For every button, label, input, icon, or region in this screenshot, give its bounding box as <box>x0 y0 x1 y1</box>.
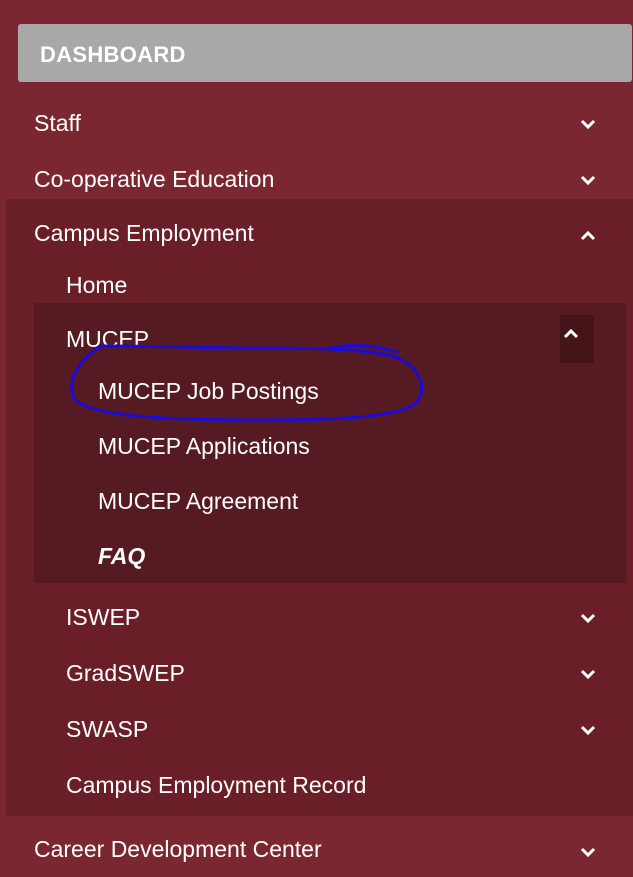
dashboard-header[interactable]: DASHBOARD <box>18 24 632 82</box>
menu-item-swasp-label: SWASP <box>66 716 149 742</box>
chevron-down-icon[interactable] <box>580 724 608 748</box>
chevron-down-icon[interactable] <box>580 668 608 692</box>
menu-item-iswep[interactable]: ISWEP <box>6 588 633 644</box>
menu-item-staff-label: Staff <box>34 110 81 136</box>
menu-item-mucep[interactable]: MUCEP <box>6 310 633 366</box>
menu-item-faq-label: FAQ <box>98 543 146 569</box>
menu-item-mucep-applications[interactable]: MUCEP Applications <box>6 417 633 473</box>
dashboard-label: DASHBOARD <box>40 42 186 67</box>
menu-item-campus-employment-record[interactable]: Campus Employment Record <box>6 756 633 812</box>
menu-item-iswep-label: ISWEP <box>66 604 141 630</box>
menu-item-campus-label: Campus Employment <box>34 220 254 246</box>
menu-item-career-development-center[interactable]: Career Development Center <box>6 816 633 877</box>
menu-item-job-postings-label: MUCEP Job Postings <box>98 378 319 404</box>
menu-item-applications-label: MUCEP Applications <box>98 433 310 459</box>
menu-item-swasp[interactable]: SWASP <box>6 700 633 756</box>
menu-item-mucep-label: MUCEP <box>66 326 150 352</box>
menu-item-coop-label: Co-operative Education <box>34 166 275 192</box>
menu-item-faq[interactable]: FAQ <box>6 527 633 583</box>
chevron-down-icon[interactable] <box>580 118 608 142</box>
chevron-up-icon[interactable] <box>580 230 608 254</box>
chevron-down-icon[interactable] <box>580 846 608 870</box>
chevron-up-icon <box>563 328 591 352</box>
menu-item-agreement-label: MUCEP Agreement <box>98 488 299 514</box>
menu-item-campus-employment[interactable]: Campus Employment <box>6 204 633 260</box>
menu-item-gradswep[interactable]: GradSWEP <box>6 644 633 700</box>
mucep-toggle-button[interactable] <box>560 315 594 363</box>
menu-item-gradswep-label: GradSWEP <box>66 660 185 686</box>
menu-item-home-label: Home <box>66 272 128 298</box>
sidebar-nav: DASHBOARD Staff Co-operative Education C… <box>6 6 633 877</box>
menu-item-co-operative-education[interactable]: Co-operative Education <box>6 150 633 206</box>
menu-item-record-label: Campus Employment Record <box>66 772 367 798</box>
chevron-down-icon[interactable] <box>580 174 608 198</box>
chevron-down-icon[interactable] <box>580 612 608 636</box>
menu-item-mucep-agreement[interactable]: MUCEP Agreement <box>6 472 633 528</box>
menu-item-career-label: Career Development Center <box>34 836 322 862</box>
menu-item-staff[interactable]: Staff <box>6 94 633 150</box>
menu-item-mucep-job-postings[interactable]: MUCEP Job Postings <box>6 362 633 418</box>
